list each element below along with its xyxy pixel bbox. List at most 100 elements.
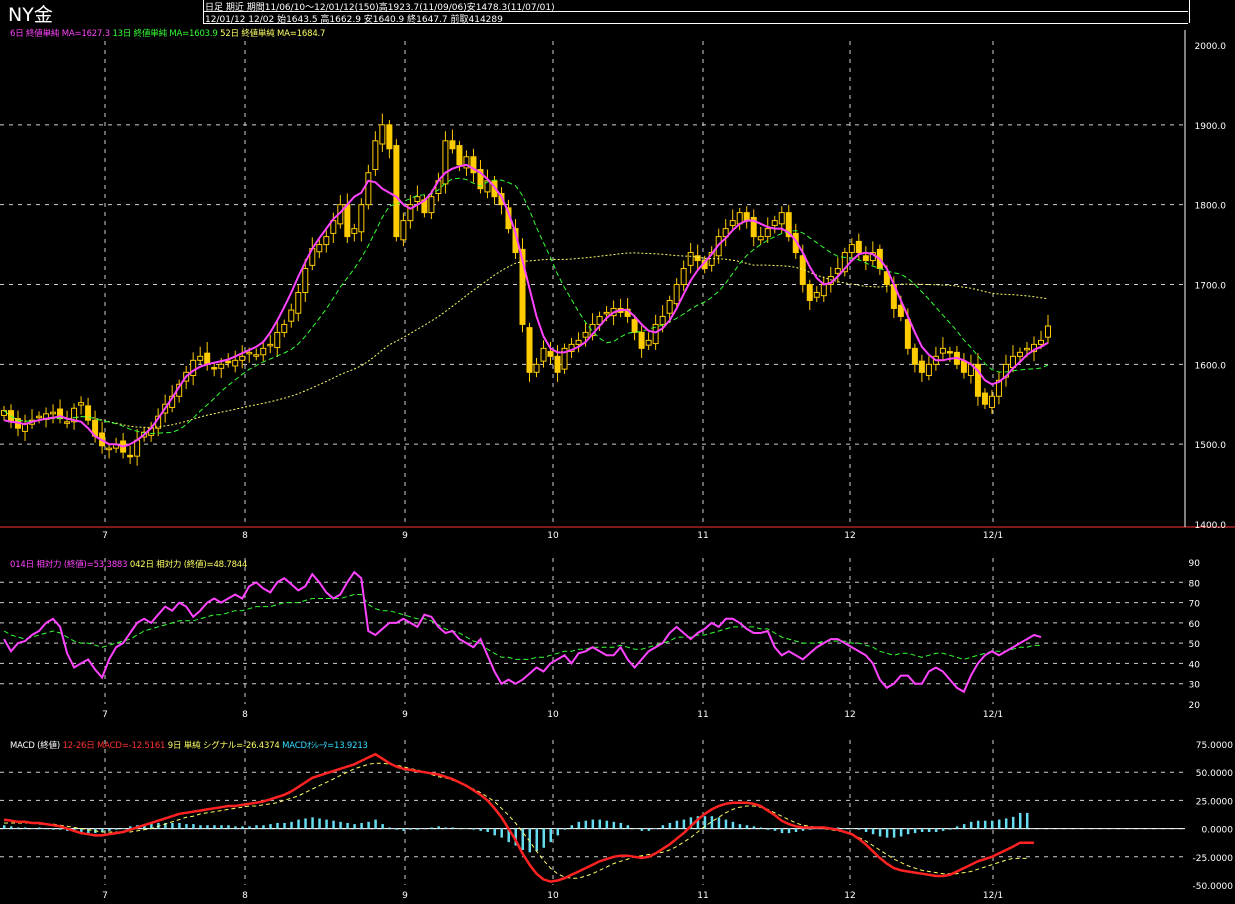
macd-xtick-label: 7 (102, 891, 108, 901)
candle-body (316, 244, 323, 253)
macd-oscillator-bar (549, 828, 553, 843)
macd-oscillator-bar (892, 828, 896, 838)
rsi-ytick-label: 20 (1189, 701, 1201, 711)
rsi-xtick-label: 7 (102, 710, 108, 720)
price-ytick-label: 1600.0 (1195, 361, 1227, 371)
macd-oscillator-bar (640, 828, 644, 831)
candle-body (253, 354, 260, 357)
rsi-xtick-label: 11 (697, 710, 708, 720)
price-ytick-label: 2000.0 (1195, 42, 1227, 52)
macd-xtick-label: 12/1 (983, 891, 1003, 901)
candle-body (806, 284, 813, 301)
macd-oscillator-bar (45, 828, 48, 830)
macd-oscillator-bar (773, 828, 777, 831)
macd-oscillator-bar (213, 825, 216, 829)
macd-oscillator-bar (192, 824, 195, 829)
macd-oscillator-bar (38, 827, 41, 829)
macd-oscillator-bar (31, 828, 34, 830)
candle-body (1, 410, 7, 416)
macd-oscillator-bar (171, 822, 174, 829)
macd-oscillator-bar (556, 828, 560, 836)
macd-oscillator-bar (255, 825, 258, 829)
macd-oscillator-bar (948, 828, 952, 830)
macd-oscillator-bar (724, 819, 728, 829)
macd-oscillator-bar (899, 828, 903, 837)
candle-body (645, 339, 652, 346)
candle-body (533, 363, 540, 373)
candle-body (694, 255, 701, 262)
candle-body (680, 268, 687, 285)
candle-body (344, 204, 351, 238)
candle-body (372, 140, 379, 171)
candle-body (64, 421, 71, 424)
macd-oscillator-bar (59, 828, 62, 830)
candle-body (281, 323, 288, 333)
macd-oscillator-bar (437, 826, 440, 829)
macd-oscillator-bar (451, 827, 454, 829)
macd-oscillator-bar (465, 828, 468, 830)
macd-oscillator-bar (885, 828, 889, 838)
macd-oscillator-bar (661, 825, 665, 829)
candle-body (855, 240, 862, 254)
macd-ytick-label: -50.0000 (1193, 882, 1234, 892)
macd-ytick-label: 0.0000 (1202, 826, 1234, 836)
candle-body (365, 172, 372, 206)
candle-body (225, 360, 232, 364)
candle-body (197, 355, 204, 361)
macd-oscillator-bar (997, 819, 1001, 829)
macd-oscillator-bar (920, 828, 924, 832)
candle-body (904, 319, 911, 349)
macd-oscillator-bar (423, 828, 426, 830)
macd-oscillator-bar (745, 825, 749, 829)
macd-oscillator-bar (283, 822, 286, 829)
macd-oscillator-bar (430, 827, 433, 829)
candle-body (267, 343, 274, 347)
macd-oscillator-bar (269, 824, 272, 829)
macd-oscillator-bar (486, 828, 489, 832)
candle-body (820, 284, 827, 297)
candle-body (428, 196, 435, 214)
macd-oscillator-bar (367, 821, 370, 829)
candle-body (351, 228, 358, 234)
macd-oscillator-bar (115, 828, 118, 830)
macd-oscillator-bar (668, 822, 672, 829)
macd-oscillator-bar (780, 828, 784, 834)
candle-body (85, 405, 92, 421)
macd-oscillator-bar (325, 819, 328, 829)
rsi-ytick-label: 90 (1189, 559, 1201, 569)
macd-oscillator-bar (290, 821, 293, 829)
macd-xtick-label: 9 (402, 891, 408, 901)
macd-oscillator-bar (199, 825, 202, 829)
candle-body (988, 395, 995, 408)
price-xtick-label: 8 (242, 531, 248, 541)
macd-oscillator-bar (262, 825, 265, 829)
macd-ytick-label: -25.0000 (1193, 854, 1234, 864)
macd-oscillator-bar (185, 824, 188, 829)
rsi-ytick-label: 80 (1189, 579, 1201, 589)
macd-oscillator-bar (962, 824, 966, 829)
macd-oscillator-bar (766, 828, 770, 830)
candle-body (106, 447, 113, 451)
macd-xtick-label: 11 (697, 891, 708, 901)
macd-oscillator-bar (248, 826, 251, 829)
macd-oscillator-bar (738, 824, 742, 829)
macd-oscillator-bar (570, 825, 574, 829)
price-xtick-label: 9 (402, 531, 408, 541)
candle-body (813, 291, 820, 298)
price-xtick-label: 7 (102, 531, 108, 541)
macd-oscillator-bar (612, 821, 616, 829)
macd-oscillator-bar (913, 828, 917, 834)
macd-oscillator-bar (472, 828, 475, 830)
macd-oscillator-bar (843, 828, 847, 830)
price-ytick-label: 1800.0 (1195, 202, 1227, 212)
macd-ytick-label: 75.0000 (1196, 741, 1233, 751)
macd-oscillator-bar (787, 828, 791, 834)
candle-body (393, 145, 400, 238)
rsi-xtick-label: 9 (402, 710, 408, 720)
rsi-ytick-label: 50 (1189, 640, 1201, 650)
macd-oscillator-bar (577, 821, 581, 829)
macd-oscillator-bar (311, 817, 314, 829)
macd-oscillator-bar (654, 828, 658, 830)
macd-oscillator-bar (710, 816, 714, 829)
macd-oscillator-bar (682, 819, 686, 829)
